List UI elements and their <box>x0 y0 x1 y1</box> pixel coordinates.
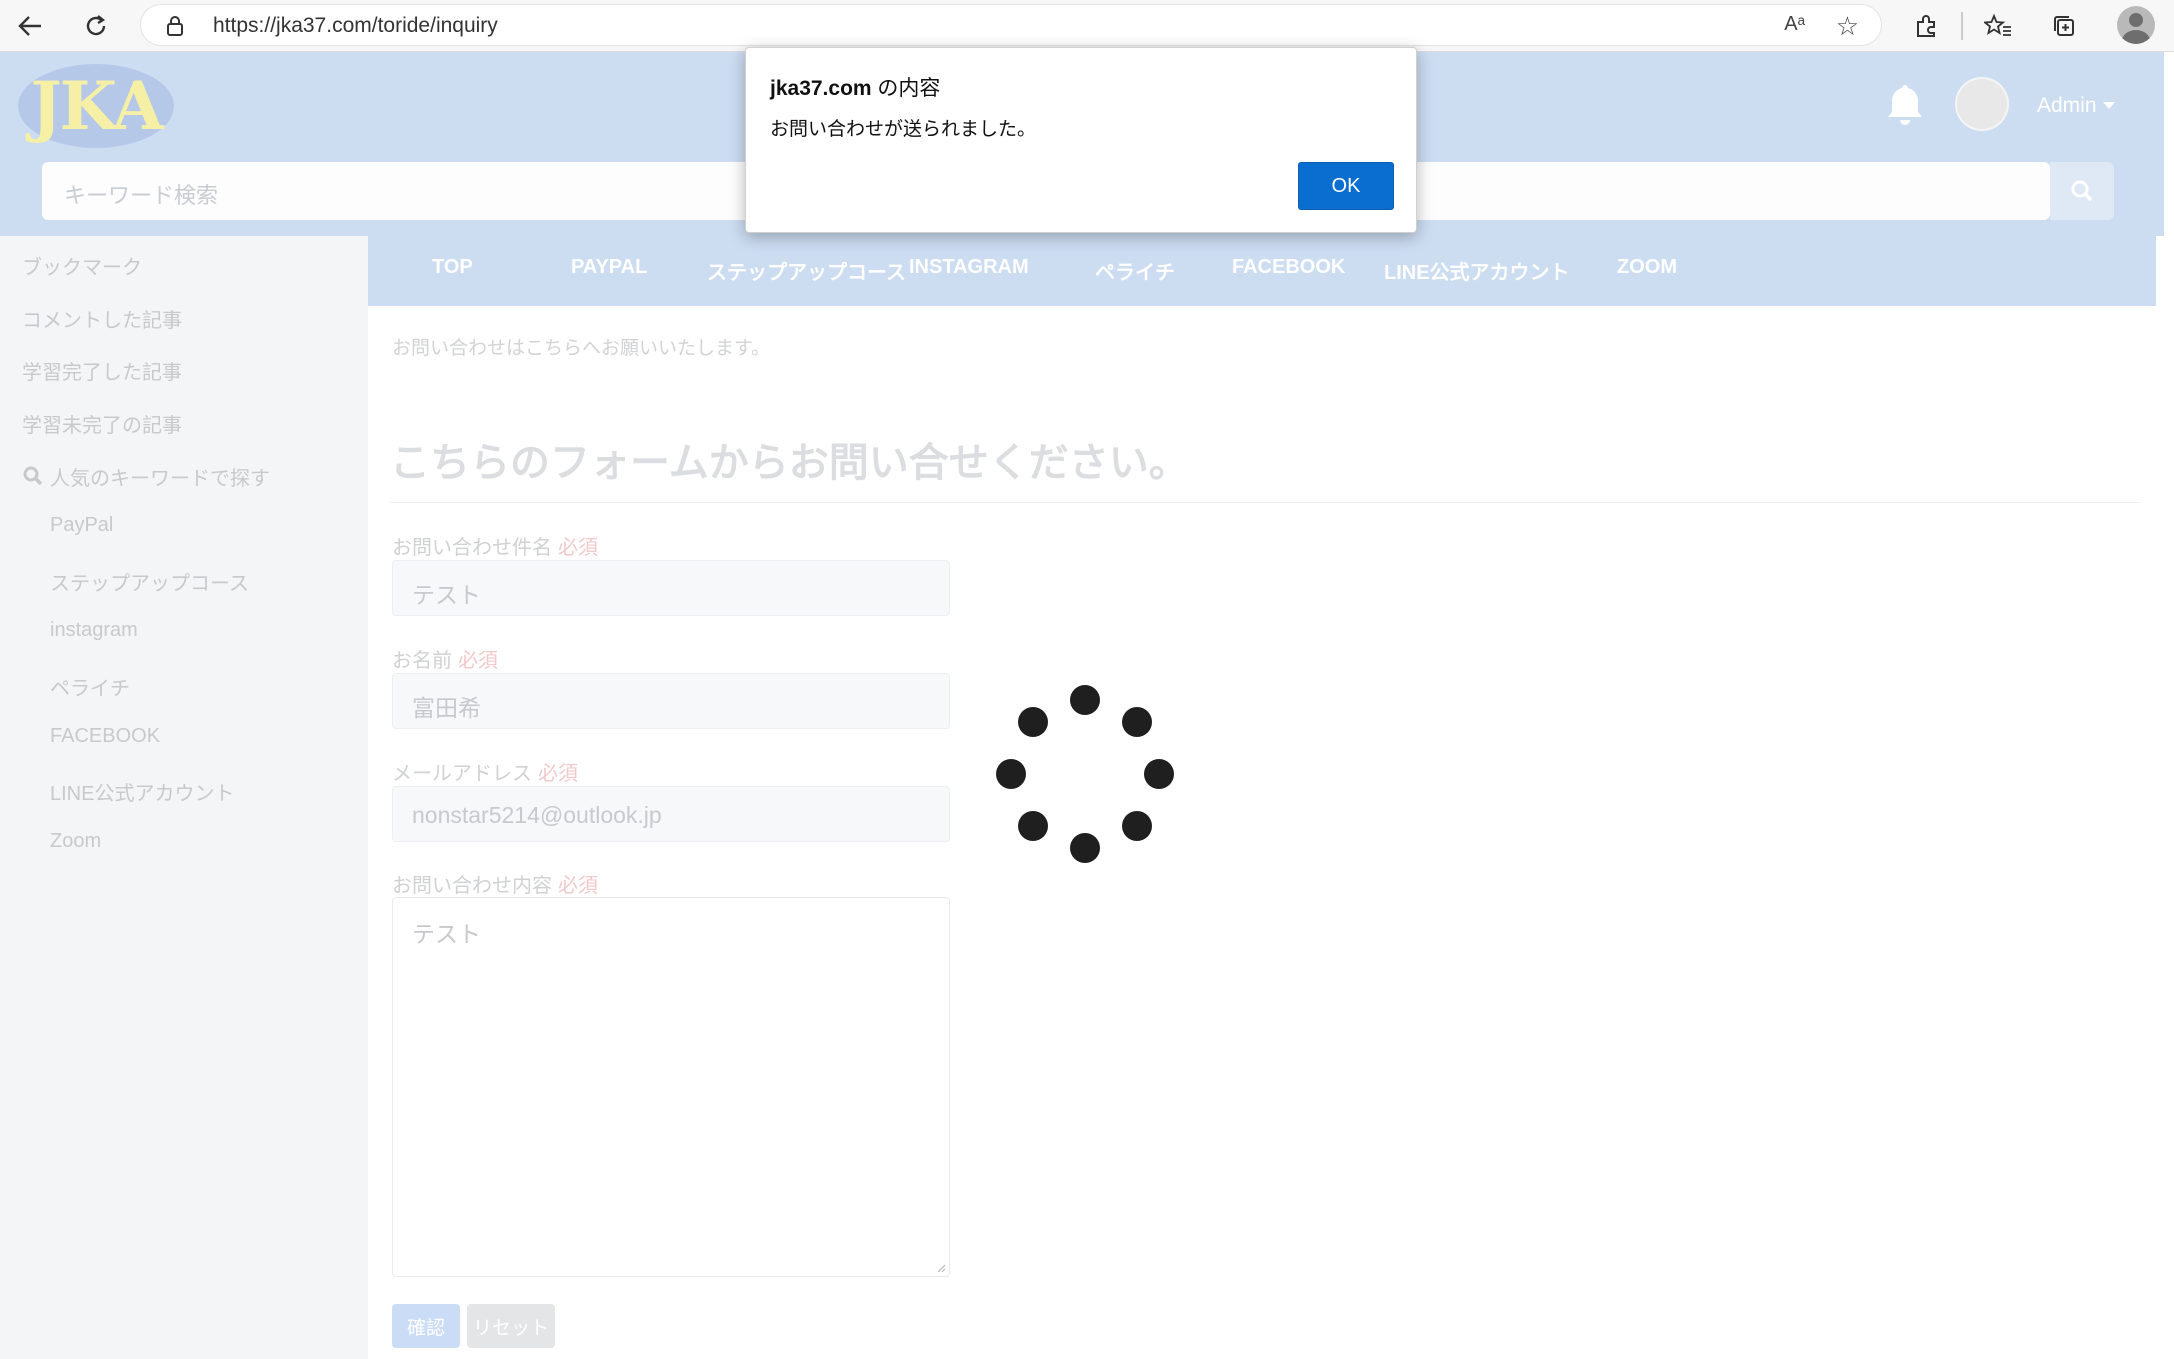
nav-item-peraichi[interactable]: ペライチ <box>1095 256 1175 285</box>
title-divider <box>390 502 2140 503</box>
collections-icon[interactable] <box>2046 8 2082 44</box>
reset-button[interactable]: リセット <box>467 1304 555 1348</box>
address-bar[interactable]: https://jka37.com/toride/inquiry Aᵃ ☆ <box>140 4 1882 46</box>
sidebar-item-completed[interactable]: 学習完了した記事 <box>22 356 182 385</box>
keyword-link-stepup[interactable]: ステップアップコース <box>50 567 249 596</box>
name-label: お名前 必須 <box>392 644 498 673</box>
required-badge: 必須 <box>558 537 598 559</box>
subject-value: テスト <box>412 582 481 608</box>
message-label: お問い合わせ内容 必須 <box>392 869 598 898</box>
nav-item-top[interactable]: TOP <box>432 256 473 279</box>
loading-spinner-icon <box>990 677 1180 867</box>
bell-icon[interactable] <box>1885 82 1925 128</box>
nav-item-instagram[interactable]: INSTAGRAM <box>909 256 1029 279</box>
search-placeholder: キーワード検索 <box>64 183 219 208</box>
name-label-text: お名前 <box>392 650 452 672</box>
spinner-dot <box>1070 685 1100 715</box>
browser-profile-avatar[interactable] <box>2117 6 2155 44</box>
alert-dialog: jka37.com の内容 お問い合わせが送られました。 OK <box>745 47 1417 233</box>
subject-label: お問い合わせ件名 必須 <box>392 531 598 560</box>
avatar[interactable] <box>1955 77 2009 131</box>
site-logo[interactable]: JKA <box>18 64 174 148</box>
search-icon <box>23 466 43 486</box>
keyword-link-paypal[interactable]: PayPal <box>50 514 113 537</box>
email-label: メールアドレス 必須 <box>392 757 578 786</box>
url-text[interactable]: https://jka37.com/toride/inquiry <box>213 14 498 38</box>
sidebar-item-incomplete[interactable]: 学習未完了の記事 <box>22 409 182 438</box>
page-title: こちらのフォームからお問い合せください。 <box>390 441 1189 485</box>
main-nav: TOP PAYPAL ステップアップコース INSTAGRAM ペライチ FAC… <box>368 236 2156 306</box>
dialog-origin: jka37.com <box>770 77 872 100</box>
spinner-dot <box>1122 707 1152 737</box>
sidebar: ブックマーク コメントした記事 学習完了した記事 学習未完了の記事 人気のキーワ… <box>0 236 368 1359</box>
keyword-link-instagram[interactable]: instagram <box>50 619 138 642</box>
lock-icon[interactable] <box>165 15 185 37</box>
required-badge: 必須 <box>538 763 578 785</box>
nav-item-stepup[interactable]: ステップアップコース <box>707 256 906 285</box>
keyword-heading: 人気のキーワードで探す <box>22 462 270 491</box>
spinner-dot <box>1122 811 1152 841</box>
name-field[interactable]: 富田希 <box>392 673 950 729</box>
message-value: テスト <box>412 921 481 947</box>
dialog-message: お問い合わせが送られました。 <box>770 119 1037 140</box>
extensions-icon[interactable] <box>1908 8 1944 44</box>
nav-item-facebook[interactable]: FACEBOOK <box>1232 256 1345 279</box>
sidebar-item-commented[interactable]: コメントした記事 <box>22 304 182 333</box>
add-favorite-icon[interactable]: ☆ <box>1836 11 1859 42</box>
page: JKA Admin キーワード検索 ブックマーク コメントした記事 学習完了した… <box>0 52 2174 1359</box>
reload-icon[interactable] <box>78 8 114 44</box>
resize-grip-icon[interactable] <box>936 1263 946 1273</box>
keyword-link-peraichi[interactable]: ペライチ <box>50 672 130 701</box>
browser-toolbar: https://jka37.com/toride/inquiry Aᵃ ☆ <box>0 0 2174 52</box>
dialog-title: jka37.com の内容 <box>770 72 940 102</box>
intro-text: お問い合わせはこちらへお願いいたします。 <box>392 338 771 359</box>
spinner-dot <box>1018 811 1048 841</box>
keyword-heading-label: 人気のキーワードで探す <box>50 468 270 490</box>
spinner-dot <box>996 759 1026 789</box>
name-value: 富田希 <box>412 695 481 721</box>
dialog-title-suffix: の内容 <box>871 77 941 100</box>
sidebar-item-bookmarks[interactable]: ブックマーク <box>22 251 142 280</box>
email-label-text: メールアドレス <box>392 763 532 785</box>
ok-button[interactable]: OK <box>1298 162 1394 210</box>
keyword-link-facebook[interactable]: FACEBOOK <box>50 725 160 748</box>
search-button[interactable] <box>2050 162 2114 220</box>
back-arrow-icon[interactable] <box>12 8 48 44</box>
keyword-link-zoom[interactable]: Zoom <box>50 830 101 853</box>
favorites-icon[interactable] <box>1980 8 2016 44</box>
spinner-dot <box>1018 707 1048 737</box>
spinner-dot <box>1144 759 1174 789</box>
read-aloud-icon[interactable]: Aᵃ <box>1784 13 1805 36</box>
nav-item-line[interactable]: LINE公式アカウント <box>1384 256 1570 285</box>
required-badge: 必須 <box>558 875 598 897</box>
user-menu-toggle[interactable]: Admin <box>2037 94 2115 118</box>
nav-item-paypal[interactable]: PAYPAL <box>571 256 647 279</box>
confirm-button[interactable]: 確認 <box>392 1304 460 1348</box>
spinner-dot <box>1070 833 1100 863</box>
subject-label-text: お問い合わせ件名 <box>392 537 552 559</box>
email-value: nonstar5214@outlook.jp <box>412 802 662 828</box>
keyword-link-line[interactable]: LINE公式アカウント <box>50 777 234 806</box>
nav-item-zoom[interactable]: ZOOM <box>1617 256 1677 279</box>
email-field[interactable]: nonstar5214@outlook.jp <box>392 786 950 842</box>
toolbar-divider <box>1961 12 1963 40</box>
search-icon <box>2071 180 2093 202</box>
required-badge: 必須 <box>458 650 498 672</box>
message-label-text: お問い合わせ内容 <box>392 875 552 897</box>
message-textarea[interactable]: テスト <box>392 897 950 1277</box>
subject-field[interactable]: テスト <box>392 560 950 616</box>
